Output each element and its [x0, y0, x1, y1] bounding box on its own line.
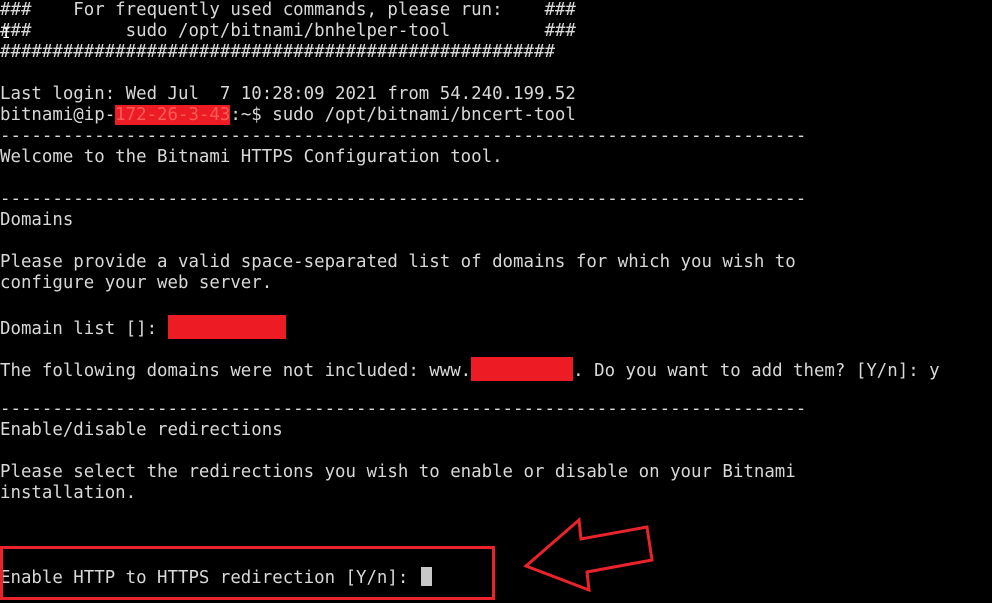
- not-included-line: The following domains were not included:…: [0, 357, 940, 382]
- separator-line: ----------------------------------------…: [0, 126, 807, 146]
- not-included-suffix: . Do you want to add them? [Y/n]: y: [573, 361, 940, 381]
- domain-list-line: Domain list []:: [0, 315, 286, 340]
- separator-line: ----------------------------------------…: [0, 189, 807, 209]
- banner-line: ########################################…: [0, 42, 555, 62]
- left-arrow-icon: [523, 516, 654, 592]
- redacted-domain-input: [167, 315, 286, 339]
- highlight-box: [0, 546, 495, 600]
- prompt-user: bitnami@ip-: [0, 105, 116, 125]
- redacted-domain: [471, 357, 574, 381]
- redacted-hostname: 172-26-3-43: [115, 105, 231, 125]
- redirections-instructions: installation.: [0, 483, 137, 503]
- separator-line: ----------------------------------------…: [0, 399, 807, 419]
- banner-line: ### For frequently used commands, please…: [0, 0, 576, 20]
- redirections-heading: Enable/disable redirections: [0, 420, 283, 440]
- shell-prompt-line: bitnami@ip-172-26-3-43:~$ sudo /opt/bitn…: [0, 105, 576, 126]
- domains-heading: Domains: [0, 210, 74, 230]
- domains-instructions: Please provide a valid space-separated l…: [0, 252, 796, 272]
- domain-list-label: Domain list []:: [0, 319, 168, 339]
- not-included-prefix: The following domains were not included:…: [0, 361, 472, 381]
- prompt-command: :~$ sudo /opt/bitnami/bncert-tool: [230, 105, 576, 125]
- domains-instructions: configure your web server.: [0, 273, 273, 293]
- mouse-ibeam-icon: I: [2, 26, 11, 42]
- welcome-text: Welcome to the Bitnami HTTPS Configurati…: [0, 147, 503, 167]
- banner-line: ### sudo /opt/bitnami/bnhelper-tool ###: [0, 21, 576, 41]
- redirections-instructions: Please select the redirections you wish …: [0, 462, 796, 482]
- last-login-line: Last login: Wed Jul 7 10:28:09 2021 from…: [0, 84, 576, 104]
- terminal-window[interactable]: ### For frequently used commands, please…: [0, 0, 992, 603]
